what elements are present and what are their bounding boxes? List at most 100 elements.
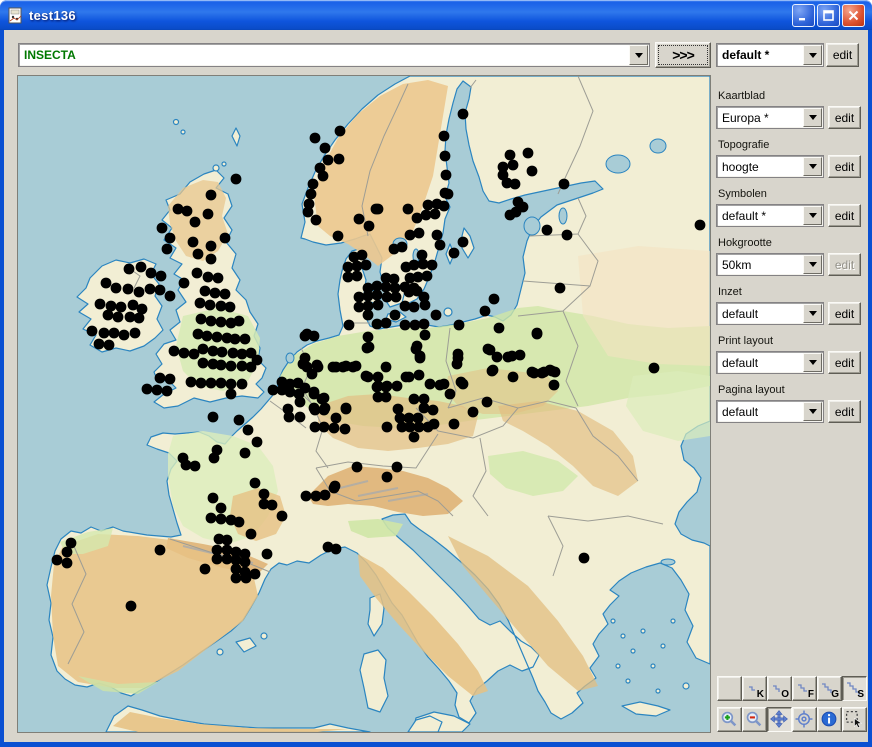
chevron-down-icon — [809, 311, 817, 316]
map-tool-buttons: K O F G S — [717, 676, 867, 738]
scale-button-g[interactable]: G — [817, 676, 842, 701]
layer-settings-sidebar: Kaartblad Europa * edit Topografie hoogt… — [716, 90, 858, 433]
pagina-layout-combobox[interactable]: default — [716, 400, 824, 423]
occurrence-dot — [226, 389, 237, 400]
scale-button-s[interactable]: S — [842, 676, 867, 701]
occurrence-dot — [301, 491, 312, 502]
occurrence-dot — [62, 558, 73, 569]
center-crosshair-icon — [795, 710, 813, 728]
combo-value: default — [722, 352, 758, 373]
scale-button-k[interactable]: K — [742, 676, 767, 701]
occurrence-dot — [361, 260, 372, 271]
print-layout-combobox[interactable]: default — [716, 351, 824, 374]
topografie-combobox[interactable]: hoogte — [716, 155, 824, 178]
maximize-button[interactable] — [817, 4, 840, 27]
inzet-edit-button[interactable]: edit — [828, 302, 861, 325]
occurrence-dot — [193, 329, 204, 340]
minimize-button[interactable] — [792, 4, 815, 27]
titlebar[interactable]: test136 — [0, 0, 872, 30]
occurrence-dot — [293, 378, 304, 389]
preset-dropdown-button[interactable] — [803, 45, 822, 65]
kaartblad-edit-button[interactable]: edit — [828, 106, 861, 129]
group-label: Symbolen — [716, 188, 858, 204]
dropdown-button[interactable] — [803, 108, 822, 127]
occurrence-dot — [318, 171, 329, 182]
dropdown-button[interactable] — [803, 206, 822, 225]
pan-icon — [770, 710, 788, 728]
occurrence-dot — [103, 310, 114, 321]
symbolen-edit-button[interactable]: edit — [828, 204, 861, 227]
scale-button-f[interactable]: F — [792, 676, 817, 701]
species-combobox[interactable]: INSECTA — [18, 43, 650, 67]
occurrence-dot — [489, 294, 500, 305]
occurrence-dot — [320, 490, 331, 501]
occurrence-dot — [295, 397, 306, 408]
dropdown-button[interactable] — [803, 402, 822, 421]
species-dropdown-button[interactable] — [629, 45, 648, 65]
occurrence-dot — [250, 478, 261, 489]
occurrence-dot — [409, 302, 420, 313]
dropdown-button[interactable] — [803, 255, 822, 274]
occurrence-dot — [298, 359, 309, 370]
group-label: Inzet — [716, 286, 858, 302]
expand-species-button[interactable]: >>> — [655, 42, 711, 68]
app-window: test136 INSECTA >>> default * edit — [0, 0, 872, 747]
occurrence-dot — [155, 545, 166, 556]
occurrence-dot — [217, 347, 228, 358]
dropdown-button[interactable] — [803, 304, 822, 323]
window-title: test136 — [29, 8, 790, 23]
preset-edit-button[interactable]: edit — [826, 43, 859, 67]
sidebar-group-print-layout: Print layout default edit — [716, 335, 858, 374]
occurrence-dot — [329, 423, 340, 434]
occurrence-dot — [234, 415, 245, 426]
occurrence-dot — [312, 360, 323, 371]
pan-button[interactable] — [767, 707, 792, 732]
occurrence-dot — [206, 254, 217, 265]
occurrence-dot — [430, 209, 441, 220]
occurrence-dot — [419, 292, 430, 303]
occurrence-dot — [341, 403, 352, 414]
occurrence-dot — [119, 330, 130, 341]
zoom-out-button[interactable] — [742, 707, 767, 732]
occurrence-dot — [146, 268, 157, 279]
select-region-button[interactable] — [842, 707, 867, 732]
hokgrootte-combobox[interactable]: 50km — [716, 253, 824, 276]
occurrence-dot — [246, 362, 257, 373]
dropdown-button[interactable] — [803, 353, 822, 372]
occurrence-dot — [508, 372, 519, 383]
close-button[interactable] — [842, 4, 865, 27]
occurrence-dot — [420, 330, 431, 341]
occurrence-dot — [173, 204, 184, 215]
occurrence-dot — [206, 513, 217, 524]
occurrence-dot — [240, 557, 251, 568]
pagina-layout-edit-button[interactable]: edit — [828, 400, 861, 423]
occurrence-dot — [364, 221, 375, 232]
chevron-down-icon — [809, 53, 817, 58]
dropdown-button[interactable] — [803, 157, 822, 176]
map-canvas[interactable] — [17, 75, 711, 733]
preset-combobox[interactable]: default * — [716, 43, 824, 67]
kaartblad-combobox[interactable]: Europa * — [716, 106, 824, 129]
center-button[interactable] — [792, 707, 817, 732]
occurrence-dot — [542, 225, 553, 236]
occurrence-dot — [212, 554, 223, 565]
occurrence-dot — [452, 359, 463, 370]
scale-button-o[interactable]: O — [767, 676, 792, 701]
print-layout-edit-button[interactable]: edit — [828, 351, 861, 374]
zoom-in-button[interactable] — [717, 707, 742, 732]
client-area: INSECTA >>> default * edit — [4, 30, 868, 742]
occurrence-dot — [357, 250, 368, 261]
occurrence-dot — [331, 413, 342, 424]
info-button[interactable] — [817, 707, 842, 732]
symbolen-combobox[interactable]: default * — [716, 204, 824, 227]
topografie-edit-button[interactable]: edit — [828, 155, 861, 178]
occurrence-dot — [320, 403, 331, 414]
occurrence-dot — [400, 320, 411, 331]
occurrence-dot — [372, 290, 383, 301]
scale-button-blank[interactable] — [717, 676, 742, 701]
hokgrootte-edit-button[interactable]: edit — [828, 253, 861, 276]
occurrence-dot — [364, 342, 375, 353]
inzet-combobox[interactable]: default — [716, 302, 824, 325]
occurrence-dot — [409, 432, 420, 443]
occurrence-dot — [104, 340, 115, 351]
